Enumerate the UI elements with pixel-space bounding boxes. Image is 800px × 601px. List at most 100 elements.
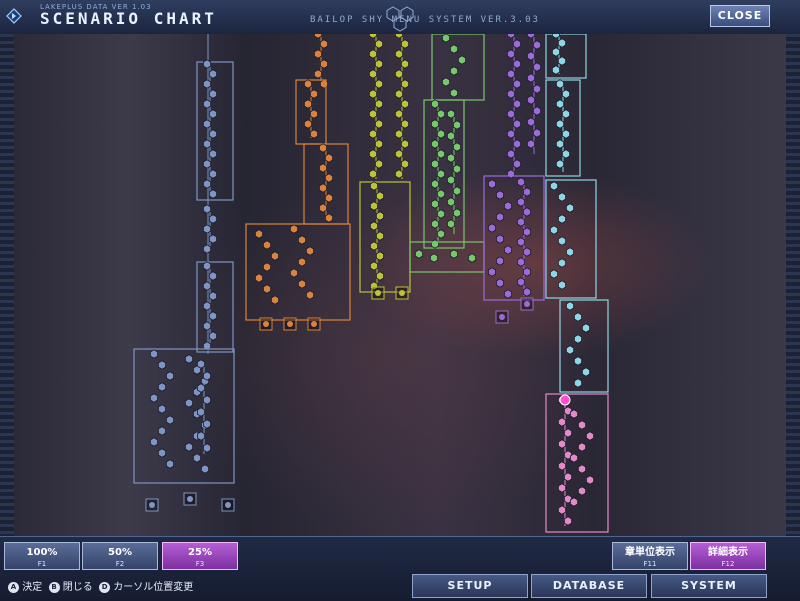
scenario-node[interactable] [570, 453, 578, 463]
scenario-node[interactable] [429, 253, 439, 263]
scenario-node[interactable] [436, 129, 446, 139]
scenario-node[interactable] [318, 163, 328, 173]
database-button[interactable]: DATABASE [531, 574, 647, 598]
scenario-node[interactable] [558, 280, 566, 290]
scenario-node[interactable] [516, 177, 526, 187]
scenario-node[interactable] [202, 281, 212, 291]
scenario-node[interactable] [436, 229, 446, 239]
scenario-node[interactable] [558, 505, 566, 515]
scenario-node[interactable] [527, 73, 535, 83]
scenario-node[interactable] [324, 153, 334, 163]
scenario-node[interactable] [558, 192, 566, 202]
scenario-node[interactable] [368, 69, 378, 79]
scenario-node[interactable] [324, 173, 334, 183]
scenario-node[interactable] [202, 321, 212, 331]
scenario-node[interactable] [449, 44, 459, 54]
scenario-node[interactable] [202, 395, 212, 405]
scenario-node[interactable] [400, 39, 410, 49]
scenario-node[interactable] [297, 257, 307, 267]
scenario-node[interactable] [558, 417, 566, 427]
scenario-node[interactable] [149, 437, 159, 447]
scenario-node[interactable] [452, 164, 462, 174]
scenario-node[interactable] [165, 371, 175, 381]
scenario-node[interactable] [522, 267, 531, 277]
scenario-node[interactable] [566, 247, 574, 257]
current-position-cursor[interactable] [559, 394, 571, 406]
scenario-node[interactable] [570, 409, 578, 419]
scenario-node[interactable] [192, 453, 202, 463]
scenario-node[interactable] [374, 99, 384, 109]
scenario-node[interactable] [495, 212, 505, 222]
scenario-node[interactable] [506, 169, 516, 179]
scenario-node[interactable] [200, 464, 210, 474]
scenario-node[interactable] [452, 142, 462, 152]
scenario-node[interactable] [578, 486, 586, 496]
scenario-node[interactable] [184, 354, 194, 364]
scenario-node[interactable] [375, 191, 385, 201]
scenario-node[interactable] [552, 47, 560, 57]
scenario-node[interactable] [527, 139, 535, 149]
scenario-node[interactable] [556, 139, 564, 149]
scenario-node[interactable] [149, 349, 159, 359]
scenario-node[interactable] [374, 119, 384, 129]
scenario-node[interactable] [202, 301, 212, 311]
scenario-node[interactable] [394, 109, 404, 119]
scenario-node[interactable] [375, 211, 385, 221]
scenario-node[interactable] [400, 59, 410, 69]
close-button[interactable]: CLOSE [710, 5, 770, 27]
scenario-node[interactable] [202, 79, 212, 89]
scenario-node[interactable] [297, 235, 307, 245]
scenario-node[interactable] [394, 49, 404, 59]
scenario-node[interactable] [533, 84, 541, 94]
scenario-node[interactable] [522, 187, 531, 197]
setup-button[interactable]: SETUP [412, 574, 528, 598]
scenario-node[interactable] [289, 268, 299, 278]
scenario-node[interactable] [564, 428, 572, 438]
scenario-node[interactable] [202, 159, 212, 169]
scenario-node[interactable] [512, 159, 522, 169]
scenario-node[interactable] [369, 241, 379, 251]
scenario-node[interactable] [506, 69, 516, 79]
scenario-node[interactable] [262, 240, 272, 250]
scenario-node[interactable] [394, 89, 404, 99]
scenario-node[interactable] [430, 179, 440, 189]
scenario-node[interactable] [578, 442, 586, 452]
scenario-node[interactable] [512, 119, 522, 129]
scenario-node[interactable] [202, 419, 212, 429]
scenario-node[interactable] [446, 197, 456, 207]
scenario-node[interactable] [564, 472, 572, 482]
scenario-node[interactable] [446, 175, 456, 185]
scenario-node[interactable] [208, 291, 218, 301]
scenario-node[interactable] [400, 119, 410, 129]
scenario-node[interactable] [374, 79, 384, 89]
scenario-node[interactable] [368, 129, 378, 139]
scenario-node[interactable] [467, 253, 477, 263]
scenario-node[interactable] [449, 66, 459, 76]
scenario-node[interactable] [436, 169, 446, 179]
scenario-node[interactable] [208, 89, 218, 99]
scenario-node[interactable] [527, 51, 535, 61]
scenario-node[interactable] [550, 225, 558, 235]
scenario-node[interactable] [208, 331, 218, 341]
scenario-node[interactable] [369, 201, 379, 211]
scenario-node[interactable] [562, 149, 570, 159]
scenario-node[interactable] [208, 169, 218, 179]
scenario-node[interactable] [562, 109, 570, 119]
scenario-node[interactable] [586, 431, 594, 441]
scenario-node[interactable] [208, 109, 218, 119]
scenario-node[interactable] [208, 129, 218, 139]
scenario-node[interactable] [319, 59, 329, 69]
scenario-node[interactable] [303, 119, 313, 129]
scenario-node[interactable] [558, 214, 566, 224]
scenario-node[interactable] [441, 34, 451, 43]
chapter-view-button[interactable]: 章単位表示 F11 [612, 542, 688, 570]
scenario-node[interactable] [506, 149, 516, 159]
scenario-node[interactable] [394, 129, 404, 139]
scenario-node[interactable] [318, 143, 328, 153]
scenario-node[interactable] [556, 119, 564, 129]
scenario-chart-canvas[interactable] [14, 34, 786, 536]
scenario-node[interactable] [430, 239, 440, 249]
scenario-node[interactable] [527, 117, 535, 127]
scenario-node[interactable] [270, 295, 280, 305]
scenario-node[interactable] [503, 201, 513, 211]
